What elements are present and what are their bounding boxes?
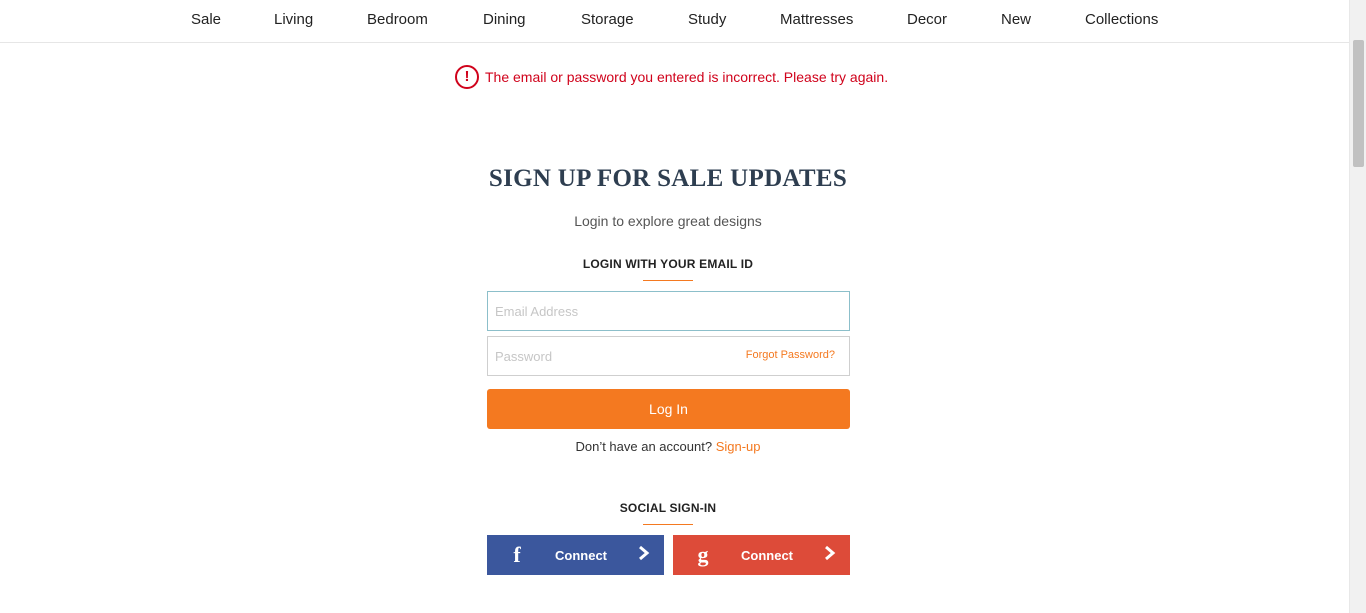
page-subtitle: Login to explore great designs [574, 213, 762, 229]
nav-item-living[interactable]: Living [274, 11, 313, 28]
email-field-wrapper [487, 291, 850, 331]
facebook-icon: f [513, 542, 521, 567]
facebook-connect-button[interactable]: f Connect [487, 535, 664, 575]
page-scrollbar[interactable] [1349, 0, 1366, 613]
nav-item-storage[interactable]: Storage [581, 11, 634, 28]
nav-item-mattresses[interactable]: Mattresses [780, 11, 853, 28]
page: Sale Living Bedroom Dining Storage Study… [0, 0, 1366, 613]
social-signin-heading: SOCIAL SIGN-IN [619, 501, 717, 515]
google-icon: g [697, 542, 709, 567]
nav-item-study[interactable]: Study [688, 11, 726, 28]
nav-item-bedroom[interactable]: Bedroom [367, 11, 428, 28]
password-field-wrapper: Forgot Password? [487, 336, 850, 376]
signup-link[interactable]: Sign-up [716, 439, 761, 454]
forgot-password-link[interactable]: Forgot Password? [746, 349, 835, 361]
login-button[interactable]: Log In [487, 389, 850, 429]
chevron-right-icon [624, 545, 664, 566]
nav-item-new[interactable]: New [1001, 11, 1031, 28]
scrollbar-thumb[interactable] [1353, 40, 1364, 167]
top-nav: Sale Living Bedroom Dining Storage Study… [0, 0, 1349, 43]
google-connect-label: Connect [741, 547, 793, 563]
facebook-connect-label: Connect [555, 547, 607, 563]
nav-item-dining[interactable]: Dining [483, 11, 526, 28]
email-login-heading: LOGIN WITH YOUR EMAIL ID [582, 257, 754, 271]
email-field[interactable] [495, 303, 842, 319]
page-title: SIGN UP FOR SALE UPDATES [488, 165, 848, 192]
social-heading-underline [643, 524, 693, 525]
nav-item-decor[interactable]: Decor [907, 11, 947, 28]
error-message: ! The email or password you entered is i… [455, 64, 888, 89]
nav-item-sale[interactable]: Sale [191, 11, 221, 28]
exclamation-circle-icon: ! [455, 64, 479, 89]
signup-prompt: Don’t have an account? Sign-up [0, 439, 1336, 454]
heading-underline [643, 280, 693, 281]
nav-item-collections[interactable]: Collections [1085, 11, 1158, 28]
chevron-right-icon [810, 545, 850, 566]
google-connect-button[interactable]: g Connect [673, 535, 850, 575]
error-text: The email or password you entered is inc… [485, 68, 889, 85]
no-account-text: Don’t have an account? [575, 439, 713, 454]
